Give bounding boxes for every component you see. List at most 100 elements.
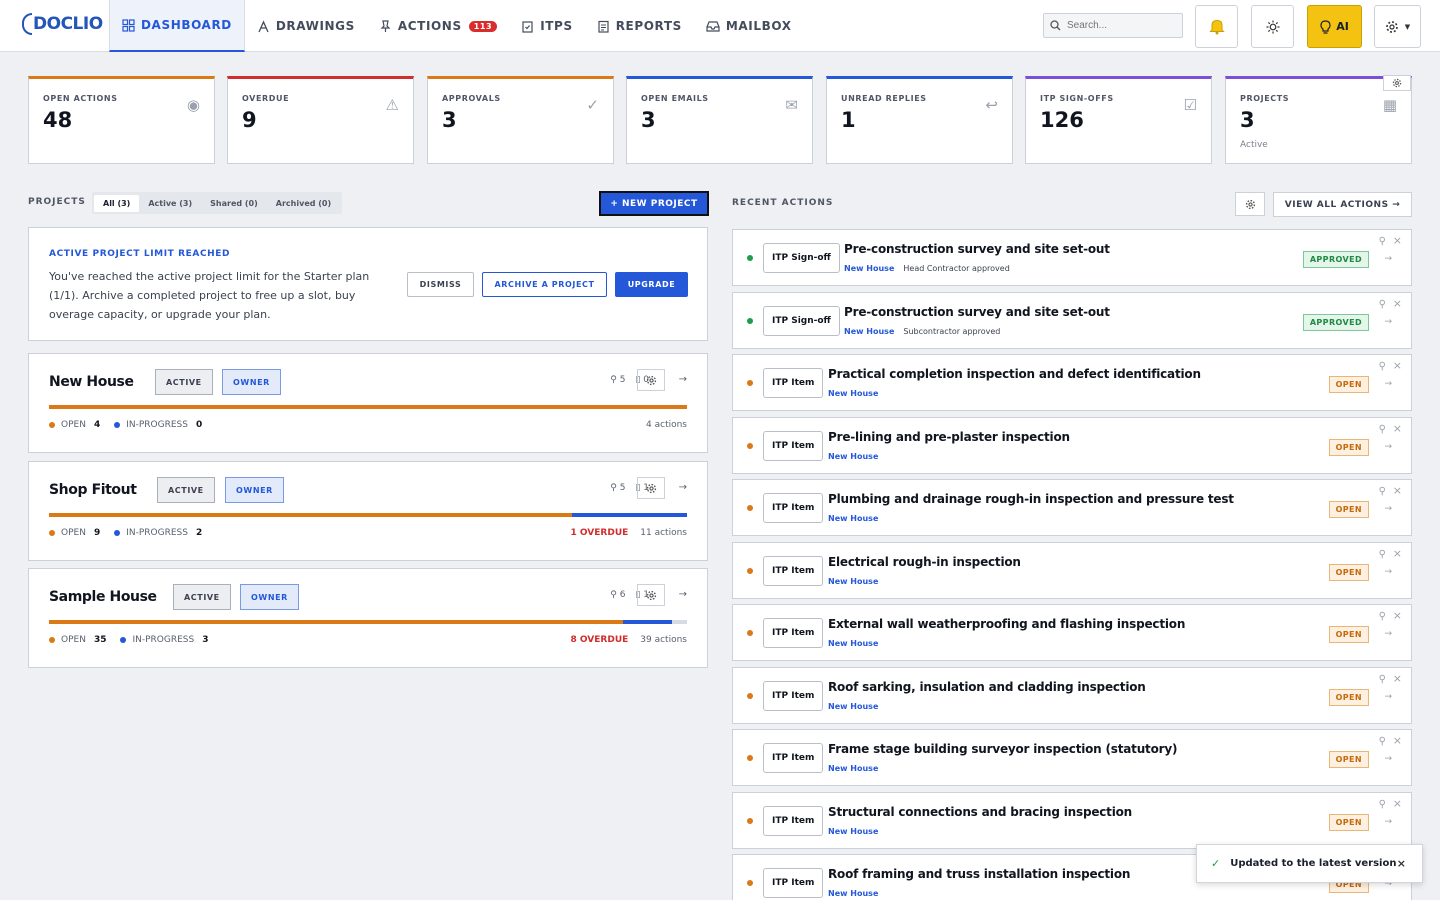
pin-icon[interactable]: ⚲ bbox=[1379, 361, 1386, 372]
arrow-right-icon[interactable]: → bbox=[679, 374, 687, 385]
action-title[interactable]: Practical completion inspection and defe… bbox=[828, 367, 1201, 381]
arrow-right-icon[interactable]: → bbox=[1384, 629, 1392, 639]
action-row[interactable]: ITP Sign-off Pre-construction survey and … bbox=[732, 229, 1412, 286]
project-name[interactable]: Shop Fitout bbox=[49, 482, 137, 498]
dismiss-button[interactable]: DISMISS bbox=[407, 272, 474, 297]
filter-active[interactable]: Active (3) bbox=[139, 195, 201, 212]
upgrade-button[interactable]: UPGRADE bbox=[615, 272, 688, 297]
arrow-right-icon[interactable]: → bbox=[1384, 692, 1392, 702]
action-row[interactable]: ITP Item Roof sarking, insulation and cla… bbox=[732, 666, 1412, 724]
action-title[interactable]: Plumbing and drainage rough-in inspectio… bbox=[828, 492, 1234, 506]
stat-projects[interactable]: PROJECTS 3 Active ▦ bbox=[1225, 75, 1412, 164]
action-title[interactable]: Roof sarking, insulation and cladding in… bbox=[828, 680, 1146, 694]
arrow-right-icon[interactable]: → bbox=[679, 482, 687, 493]
arrow-right-icon[interactable]: → bbox=[1384, 754, 1392, 764]
stat-approvals[interactable]: APPROVALS 3 ✓ bbox=[427, 76, 614, 164]
action-project-link[interactable]: New House bbox=[844, 327, 894, 336]
tab-dashboard[interactable]: DASHBOARD bbox=[109, 0, 245, 52]
filter-shared[interactable]: Shared (0) bbox=[201, 195, 267, 212]
filter-all[interactable]: All (3) bbox=[94, 194, 140, 212]
close-icon[interactable]: × bbox=[1393, 672, 1402, 685]
action-title[interactable]: External wall weatherproofing and flashi… bbox=[828, 617, 1185, 631]
action-project-link[interactable]: New House bbox=[828, 639, 878, 648]
action-title[interactable]: Electrical rough-in inspection bbox=[828, 555, 1021, 569]
pin-icon[interactable]: ⚲ bbox=[1379, 549, 1386, 560]
tab-reports[interactable]: REPORTS bbox=[585, 0, 694, 52]
action-title[interactable]: Pre-construction survey and site set-out bbox=[844, 242, 1110, 256]
arrow-right-icon[interactable]: → bbox=[1384, 254, 1392, 264]
action-row[interactable]: ITP Item Pre-lining and pre-plaster inspe… bbox=[732, 416, 1412, 474]
archive-project-button[interactable]: ARCHIVE A PROJECT bbox=[482, 272, 607, 297]
action-row[interactable]: ITP Item Electrical rough-in inspection Ne… bbox=[732, 541, 1412, 599]
new-project-button[interactable]: + NEW PROJECT bbox=[599, 191, 709, 216]
close-icon[interactable]: × bbox=[1393, 422, 1402, 435]
pin-icon[interactable]: ⚲ bbox=[1379, 236, 1386, 247]
action-title[interactable]: Structural connections and bracing inspe… bbox=[828, 805, 1132, 819]
action-project-link[interactable]: New House bbox=[828, 514, 878, 523]
notifications-button[interactable] bbox=[1195, 5, 1238, 48]
project-card[interactable]: New House ACTIVE OWNER ⚲ 5 ▯ 0 → OPEN 4 IN-PROGR… bbox=[28, 353, 708, 453]
pin-icon[interactable]: ⚲ bbox=[1379, 799, 1386, 810]
close-icon[interactable]: × bbox=[1393, 359, 1402, 372]
action-row[interactable]: ITP Item Plumbing and drainage rough-in i… bbox=[732, 479, 1412, 536]
settings-menu-button[interactable]: ▼ bbox=[1374, 5, 1421, 48]
action-title[interactable]: Roof framing and truss installation insp… bbox=[828, 867, 1130, 881]
tab-itps[interactable]: ITPS bbox=[509, 0, 585, 52]
arrow-right-icon[interactable]: → bbox=[679, 589, 687, 600]
pin-icon[interactable]: ⚲ bbox=[1379, 299, 1386, 310]
filter-archived[interactable]: Archived (0) bbox=[267, 195, 340, 212]
action-row[interactable]: ITP Item Practical completion inspection … bbox=[732, 354, 1412, 411]
action-project-link[interactable]: New House bbox=[828, 764, 878, 773]
close-icon[interactable]: × bbox=[1393, 734, 1402, 747]
close-icon[interactable]: × bbox=[1393, 797, 1402, 810]
stat-overdue[interactable]: OVERDUE 9 ⚠ bbox=[227, 76, 414, 164]
project-card[interactable]: Shop Fitout ACTIVE OWNER ⚲ 5 ▯ 1 → OPEN 9 IN-PRO… bbox=[28, 461, 708, 561]
action-project-link[interactable]: New House bbox=[828, 702, 878, 711]
close-icon[interactable]: × bbox=[1393, 234, 1402, 247]
arrow-right-icon[interactable]: → bbox=[1384, 567, 1392, 577]
project-settings-button[interactable] bbox=[637, 477, 665, 499]
pin-icon[interactable]: ⚲ bbox=[1379, 424, 1386, 435]
action-row[interactable]: ITP Item Frame stage building surveyor in… bbox=[732, 729, 1412, 786]
tab-drawings[interactable]: DRAWINGS bbox=[245, 0, 367, 52]
pin-icon[interactable]: ⚲ bbox=[1379, 486, 1386, 497]
arrow-right-icon[interactable]: → bbox=[1384, 817, 1392, 827]
project-settings-button[interactable] bbox=[637, 584, 665, 606]
ai-button[interactable]: AI bbox=[1307, 5, 1362, 48]
tab-mailbox[interactable]: MAILBOX bbox=[694, 0, 804, 52]
close-icon[interactable]: × bbox=[1397, 857, 1406, 870]
close-icon[interactable]: × bbox=[1393, 297, 1402, 310]
logo[interactable]: DOCLIO bbox=[22, 13, 103, 35]
pin-icon[interactable]: ⚲ bbox=[1379, 611, 1386, 622]
close-icon[interactable]: × bbox=[1393, 609, 1402, 622]
pin-icon[interactable]: ⚲ bbox=[1379, 674, 1386, 685]
recent-actions-settings-button[interactable] bbox=[1235, 192, 1265, 216]
search-box[interactable] bbox=[1043, 13, 1183, 38]
action-project-link[interactable]: New House bbox=[828, 389, 878, 398]
overdue-count[interactable]: 8 OVERDUE bbox=[571, 635, 629, 645]
arrow-right-icon[interactable]: → bbox=[1384, 379, 1392, 389]
stat-unread-replies[interactable]: UNREAD REPLIES 1 ↩ bbox=[826, 76, 1013, 164]
arrow-right-icon[interactable]: → bbox=[1384, 504, 1392, 514]
action-title[interactable]: Pre-lining and pre-plaster inspection bbox=[828, 430, 1070, 444]
action-project-link[interactable]: New House bbox=[828, 452, 878, 461]
stat-itp-signoffs[interactable]: ITP SIGN-OFFS 126 ☑ bbox=[1025, 76, 1212, 164]
arrow-right-icon[interactable]: → bbox=[1384, 317, 1392, 327]
tab-actions[interactable]: ACTIONS 113 bbox=[367, 0, 509, 52]
action-row[interactable]: ITP Item Structural connections and braci… bbox=[732, 791, 1412, 849]
action-project-link[interactable]: New House bbox=[828, 577, 878, 586]
action-row[interactable]: ITP Item External wall weatherproofing an… bbox=[732, 604, 1412, 661]
project-settings-button[interactable] bbox=[637, 369, 665, 391]
action-title[interactable]: Frame stage building surveyor inspection… bbox=[828, 742, 1177, 756]
stat-open-actions[interactable]: OPEN ACTIONS 48 ◉ bbox=[28, 76, 215, 164]
action-row[interactable]: ITP Sign-off Pre-construction survey and … bbox=[732, 291, 1412, 349]
action-project-link[interactable]: New House bbox=[828, 827, 878, 836]
overdue-count[interactable]: 1 OVERDUE bbox=[571, 528, 629, 538]
close-icon[interactable]: × bbox=[1393, 547, 1402, 560]
project-card[interactable]: Sample House ACTIVE OWNER ⚲ 6 ▯ 1 → OPEN 35 IN-P… bbox=[28, 568, 708, 668]
theme-toggle-button[interactable] bbox=[1251, 5, 1294, 48]
close-icon[interactable]: × bbox=[1393, 484, 1402, 497]
customize-stats-button[interactable] bbox=[1383, 75, 1411, 91]
pin-icon[interactable]: ⚲ bbox=[1379, 736, 1386, 747]
action-project-link[interactable]: New House bbox=[828, 889, 878, 898]
